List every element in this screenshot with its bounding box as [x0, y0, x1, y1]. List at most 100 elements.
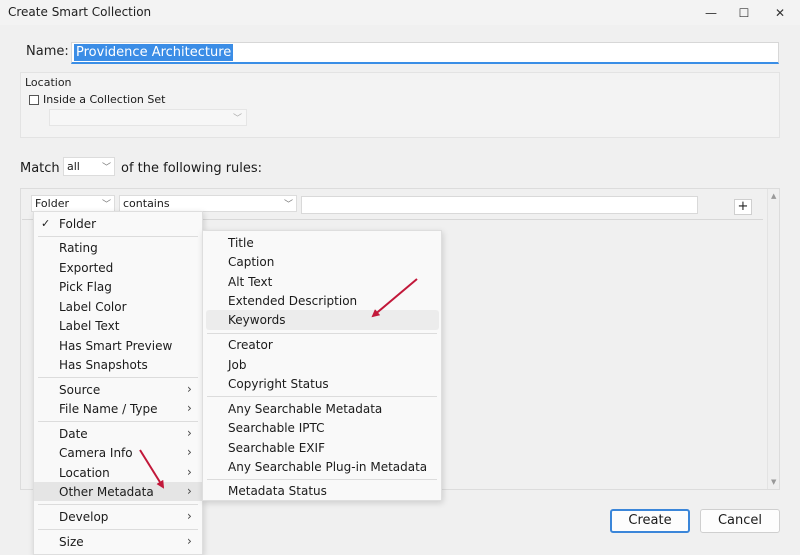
menu-item-label: Exported [59, 261, 114, 275]
name-input-selected-text: Providence Architecture [74, 44, 234, 61]
rule-field-select[interactable]: Folder ﹀ [31, 195, 115, 212]
menu-item-label: Metadata Status [228, 484, 327, 498]
close-icon[interactable]: ✕ [763, 0, 797, 25]
menu-item-label: Job [228, 358, 247, 372]
menu-item-label: Date [59, 427, 88, 441]
menu-item-other-metadata[interactable]: Other Metadata › [34, 482, 202, 501]
menu-item-has-smart-preview[interactable]: Has Smart Preview [34, 336, 202, 355]
name-input[interactable]: Providence Architecture [71, 42, 779, 64]
submenu-item-creator[interactable]: Creator [203, 335, 441, 354]
menu-item-exported[interactable]: Exported [34, 258, 202, 277]
menu-item-label: Location [59, 466, 110, 480]
menu-item-has-snapshots[interactable]: Has Snapshots [34, 355, 202, 374]
rules-scrollbar[interactable]: ▲ ▼ [767, 189, 779, 489]
menu-separator [38, 529, 198, 530]
other-metadata-submenu: Title Caption Alt Text Extended Descript… [202, 230, 442, 501]
menu-item-label: Size [59, 535, 84, 549]
menu-item-label: Rating [59, 241, 98, 255]
submenu-item-job[interactable]: Job [203, 355, 441, 374]
checkmark-icon: ✓ [41, 217, 51, 230]
submenu-item-keywords[interactable]: Keywords [206, 310, 439, 330]
menu-item-label: Copyright Status [228, 377, 329, 391]
field-menu: ✓ Folder Rating Exported Pick Flag Label… [33, 211, 203, 555]
menu-item-label: File Name / Type [59, 402, 158, 416]
submenu-item-extended-description[interactable]: Extended Description [203, 291, 441, 310]
location-label: Location [25, 76, 72, 89]
menu-item-label: Label Text [59, 319, 120, 333]
scroll-down-icon[interactable]: ▼ [771, 478, 776, 486]
chevron-right-icon: › [187, 534, 192, 548]
match-suffix-label: of the following rules: [121, 161, 263, 176]
chevron-down-icon: ﹀ [101, 200, 111, 210]
menu-item-label: Caption [228, 255, 275, 269]
menu-item-label: Source [59, 383, 101, 397]
checkbox-box[interactable] [29, 94, 39, 105]
chevron-down-icon: ﹀ [283, 200, 293, 210]
submenu-item-searchable-exif[interactable]: Searchable EXIF [203, 438, 441, 457]
menu-item-label: Pick Flag [59, 280, 112, 294]
title-bar: Create Smart Collection — ☐ ✕ [0, 0, 800, 25]
menu-separator [38, 377, 198, 378]
menu-item-size[interactable]: Size › [34, 532, 202, 551]
submenu-item-title[interactable]: Title [203, 233, 441, 252]
name-label: Name: [26, 44, 69, 59]
menu-item-label-color[interactable]: Label Color [34, 297, 202, 316]
chevron-right-icon: › [187, 484, 192, 498]
menu-item-label: Camera Info [59, 446, 133, 460]
scroll-up-icon[interactable]: ▲ [771, 192, 776, 200]
add-rule-button[interactable]: + [734, 199, 752, 215]
rule-value-input[interactable] [301, 196, 698, 214]
menu-item-label: Any Searchable Plug-in Metadata [228, 460, 428, 474]
match-select[interactable]: all ﹀ [63, 157, 115, 176]
rule-operator-value: contains [123, 197, 170, 210]
menu-item-develop[interactable]: Develop › [34, 507, 202, 526]
submenu-item-caption[interactable]: Caption [203, 252, 441, 271]
create-button[interactable]: Create [610, 509, 690, 533]
menu-item-folder[interactable]: ✓ Folder [34, 214, 202, 233]
menu-item-label: Has Snapshots [59, 358, 148, 372]
submenu-item-metadata-status[interactable]: Metadata Status [203, 481, 441, 500]
menu-item-location[interactable]: Location › [34, 463, 202, 482]
submenu-item-alt-text[interactable]: Alt Text [203, 272, 441, 291]
menu-separator [207, 396, 437, 397]
menu-item-label: Extended Description [228, 294, 358, 308]
submenu-item-searchable-iptc[interactable]: Searchable IPTC [203, 418, 441, 437]
menu-separator [38, 504, 198, 505]
menu-item-label: Label Color [59, 300, 127, 314]
inside-collection-set-checkbox[interactable]: Inside a Collection Set [29, 93, 165, 106]
menu-item-camera-info[interactable]: Camera Info › [34, 443, 202, 462]
window-title: Create Smart Collection [8, 5, 152, 19]
menu-item-label: Searchable EXIF [228, 441, 325, 455]
menu-item-pick-flag[interactable]: Pick Flag [34, 277, 202, 296]
cancel-button[interactable]: Cancel [700, 509, 780, 533]
chevron-right-icon: › [187, 382, 192, 396]
menu-separator [38, 421, 198, 422]
menu-item-file-name-type[interactable]: File Name / Type › [34, 399, 202, 418]
submenu-item-any-searchable-plugin-metadata[interactable]: Any Searchable Plug-in Metadata [203, 457, 441, 476]
menu-separator [38, 236, 198, 237]
chevron-right-icon: › [187, 445, 192, 459]
submenu-item-any-searchable-metadata[interactable]: Any Searchable Metadata [203, 399, 441, 418]
menu-item-label: Any Searchable Metadata [228, 402, 383, 416]
location-group: Location Inside a Collection Set ﹀ [20, 72, 780, 138]
menu-item-label: Has Smart Preview [59, 339, 173, 353]
chevron-down-icon: ﹀ [101, 163, 111, 173]
menu-item-label-text[interactable]: Label Text [34, 316, 202, 335]
menu-item-label: Searchable IPTC [228, 421, 325, 435]
menu-item-label: Creator [228, 338, 273, 352]
maximize-icon[interactable]: ☐ [727, 0, 761, 25]
menu-item-source[interactable]: Source › [34, 380, 202, 399]
menu-item-label: Develop [59, 510, 109, 524]
collection-set-select: ﹀ [49, 109, 247, 126]
minimize-icon[interactable]: — [694, 0, 728, 25]
menu-item-date[interactable]: Date › [34, 424, 202, 443]
rule-field-value: Folder [35, 197, 69, 210]
rule-operator-select[interactable]: contains ﹀ [119, 195, 297, 212]
submenu-item-copyright-status[interactable]: Copyright Status [203, 374, 441, 393]
menu-item-rating[interactable]: Rating [34, 238, 202, 257]
menu-item-label: Title [228, 236, 254, 250]
match-value: all [67, 160, 80, 173]
match-label: Match [20, 161, 60, 176]
menu-item-label: Other Metadata [59, 485, 154, 499]
chevron-right-icon: › [187, 465, 192, 479]
